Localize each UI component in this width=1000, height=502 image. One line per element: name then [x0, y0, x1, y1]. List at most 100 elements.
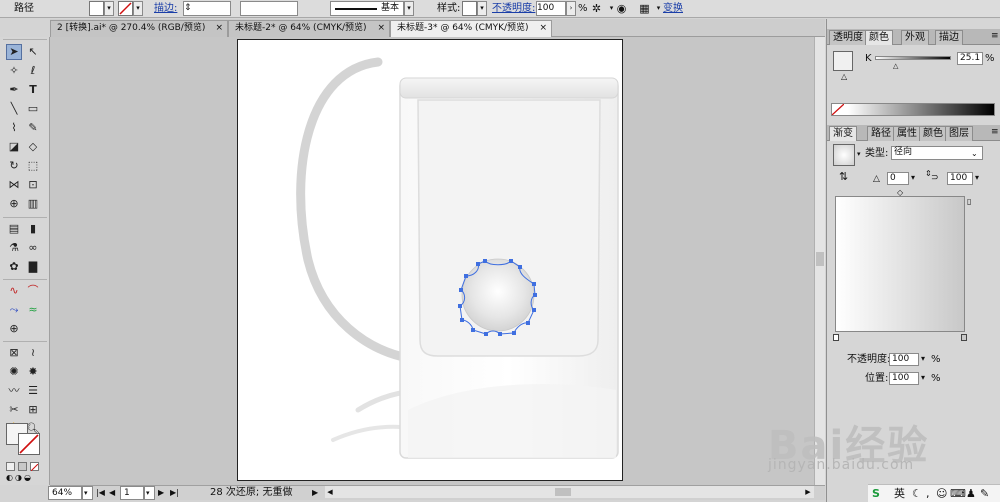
fill-dropdown[interactable]: ▾: [104, 1, 114, 16]
opacity-label[interactable]: 不透明度:: [492, 3, 535, 15]
type-tool-icon[interactable]: T: [25, 82, 41, 98]
fill-stroke-indicator[interactable]: [833, 51, 853, 71]
pen-tool-icon[interactable]: ✒: [6, 82, 22, 98]
tab-layers[interactable]: 图层: [945, 126, 973, 141]
scroll-left-icon[interactable]: ◀: [325, 486, 335, 498]
brush-definition[interactable]: 基本: [330, 1, 404, 16]
curvature-tool-icon[interactable]: ⌒: [25, 283, 41, 299]
stroke-label[interactable]: 描边:: [154, 3, 177, 15]
scale-tool-icon[interactable]: ⬚: [25, 158, 41, 174]
gradient-stop-left[interactable]: [833, 334, 839, 341]
pucker-tool-icon[interactable]: ✸: [25, 364, 41, 380]
punctuation-icon[interactable]: ,: [926, 487, 930, 500]
gradient-stop-right[interactable]: [961, 334, 967, 341]
last-artboard-icon[interactable]: ▶|: [170, 487, 179, 499]
tab-stroke[interactable]: 描边: [935, 30, 963, 45]
aspect-dropdown-icon[interactable]: ▾: [975, 172, 979, 184]
previous-artboard-icon[interactable]: ◀: [109, 487, 115, 499]
gradient-location-input[interactable]: 100: [889, 372, 919, 385]
stroke-dropdown[interactable]: ▾: [133, 1, 143, 16]
tab-swatches[interactable]: 颜色: [919, 126, 947, 141]
variable-width-profile[interactable]: [240, 1, 298, 16]
mesh-tool-icon[interactable]: [6, 202, 22, 218]
zoom-field[interactable]: 64%: [48, 486, 82, 500]
stroke-swatch[interactable]: [118, 1, 133, 16]
moon-icon[interactable]: ☾: [912, 487, 922, 500]
opacity-dropdown-icon[interactable]: ▾: [921, 353, 925, 365]
vertical-scrollbar[interactable]: [814, 37, 825, 485]
k-slider-handle-icon[interactable]: △: [893, 60, 898, 72]
color-spectrum-bar[interactable]: [831, 103, 995, 116]
tab-transparency[interactable]: 透明度: [829, 30, 867, 45]
envelope-tool-icon[interactable]: ⊠: [6, 345, 22, 361]
rotate-tool-icon[interactable]: ↻: [6, 158, 22, 174]
first-artboard-icon[interactable]: |◀: [96, 487, 105, 499]
blob-brush-tool-icon[interactable]: ◪: [6, 139, 22, 155]
ime-mode-label[interactable]: 英: [894, 487, 905, 500]
slice-tool-icon[interactable]: ✂: [6, 402, 22, 418]
panel-menu-icon[interactable]: ≡: [991, 126, 999, 138]
gradient-preview-swatch[interactable]: [833, 144, 855, 166]
next-artboard-icon[interactable]: ▶: [158, 487, 164, 499]
close-icon[interactable]: ×: [539, 21, 547, 36]
width-tool-icon[interactable]: ⋈: [6, 177, 22, 193]
stroke-color-box[interactable]: [18, 433, 40, 455]
scroll-right-icon[interactable]: ▶: [803, 486, 813, 498]
panel-menu-icon[interactable]: ≡: [991, 30, 999, 42]
user-icon[interactable]: ♟: [966, 487, 976, 500]
align-grid-icon[interactable]: ▦: [637, 1, 652, 16]
artboard-dropdown[interactable]: ▾: [144, 486, 155, 500]
aspect-ratio-input[interactable]: 100: [947, 172, 973, 185]
rectangle-tool-icon[interactable]: ▭: [25, 101, 41, 117]
line-tool-icon[interactable]: ╲: [6, 101, 22, 117]
gradient-type-select[interactable]: 径向: [891, 146, 983, 160]
wrench-icon[interactable]: ✎: [980, 487, 989, 500]
color-mode-icon[interactable]: [6, 462, 15, 471]
direct-selection-tool-icon[interactable]: ↖: [25, 44, 41, 60]
gradient-mode-icon[interactable]: [18, 462, 27, 471]
angle-dropdown-icon[interactable]: ▾: [911, 172, 915, 184]
smile-icon[interactable]: ☺: [936, 487, 947, 500]
magic-wand-tool-icon[interactable]: ✧: [6, 63, 22, 79]
blend-tool-icon[interactable]: ∞: [25, 240, 41, 256]
lasso-tool-icon[interactable]: ℓ: [25, 63, 41, 79]
status-menu-icon[interactable]: ▶: [312, 487, 318, 499]
graphic-style-dropdown[interactable]: ▾: [477, 1, 487, 16]
gradient-preset-dropdown-icon[interactable]: ▾: [857, 148, 861, 160]
fill-swatch[interactable]: [89, 1, 104, 16]
reverse-gradient-icon[interactable]: ⇅: [839, 171, 848, 183]
canvas[interactable]: [50, 37, 814, 485]
location-dropdown-icon[interactable]: ▾: [921, 372, 925, 384]
tab-color[interactable]: 颜色: [865, 30, 893, 45]
tab-gradient[interactable]: 渐变: [829, 126, 857, 141]
free-transform-tool-icon[interactable]: ⊡: [25, 177, 41, 193]
tab-attributes[interactable]: 属性: [893, 126, 921, 141]
vertical-scroll-thumb[interactable]: [816, 252, 824, 266]
mesh-tool-icon[interactable]: ▤: [6, 221, 22, 237]
eyedropper-tool-icon[interactable]: ⚗: [6, 240, 22, 256]
paintbrush-tool-icon[interactable]: ⌇: [6, 120, 22, 136]
perspective-grid-tool-icon[interactable]: ▥: [25, 196, 41, 212]
column-graph-tool-icon[interactable]: ▇: [25, 259, 41, 275]
tab-pathfinder[interactable]: 路径: [867, 126, 895, 141]
tab-document-2[interactable]: 未标题-2* @ 64% (CMYK/预览) ×: [228, 20, 390, 37]
pencil-tool-icon[interactable]: ✎: [25, 120, 41, 136]
gradient-slider-preview[interactable]: [835, 196, 965, 332]
tab-appearance[interactable]: 外观: [901, 30, 929, 45]
opacity-input[interactable]: 100: [536, 1, 566, 16]
close-icon[interactable]: ×: [215, 21, 223, 36]
keyboard-icon[interactable]: ⌨: [950, 487, 966, 500]
twirl-tool-icon[interactable]: ✺: [6, 364, 22, 380]
draw-mode-icons[interactable]: ◐◑◒: [6, 474, 38, 482]
opacity-dropdown[interactable]: ›: [566, 1, 576, 16]
horizontal-scrollbar[interactable]: ◀ ▶: [325, 486, 814, 498]
gradient-opacity-input[interactable]: 100: [889, 353, 919, 366]
stroke-weight-input[interactable]: ⇕: [183, 1, 231, 16]
none-color-icon[interactable]: [832, 104, 844, 115]
warp-tool-icon[interactable]: ≀: [25, 345, 41, 361]
brush-dropdown[interactable]: ▾: [404, 1, 414, 16]
tab-document-1[interactable]: 2 [转换].ai* @ 270.4% (RGB/预览) ×: [50, 20, 228, 37]
convert-anchor-tool-icon[interactable]: ∿: [6, 283, 22, 299]
recolor-artwork-icon[interactable]: ✲: [589, 1, 604, 16]
chevron-down-icon[interactable]: ⌄: [971, 148, 978, 160]
